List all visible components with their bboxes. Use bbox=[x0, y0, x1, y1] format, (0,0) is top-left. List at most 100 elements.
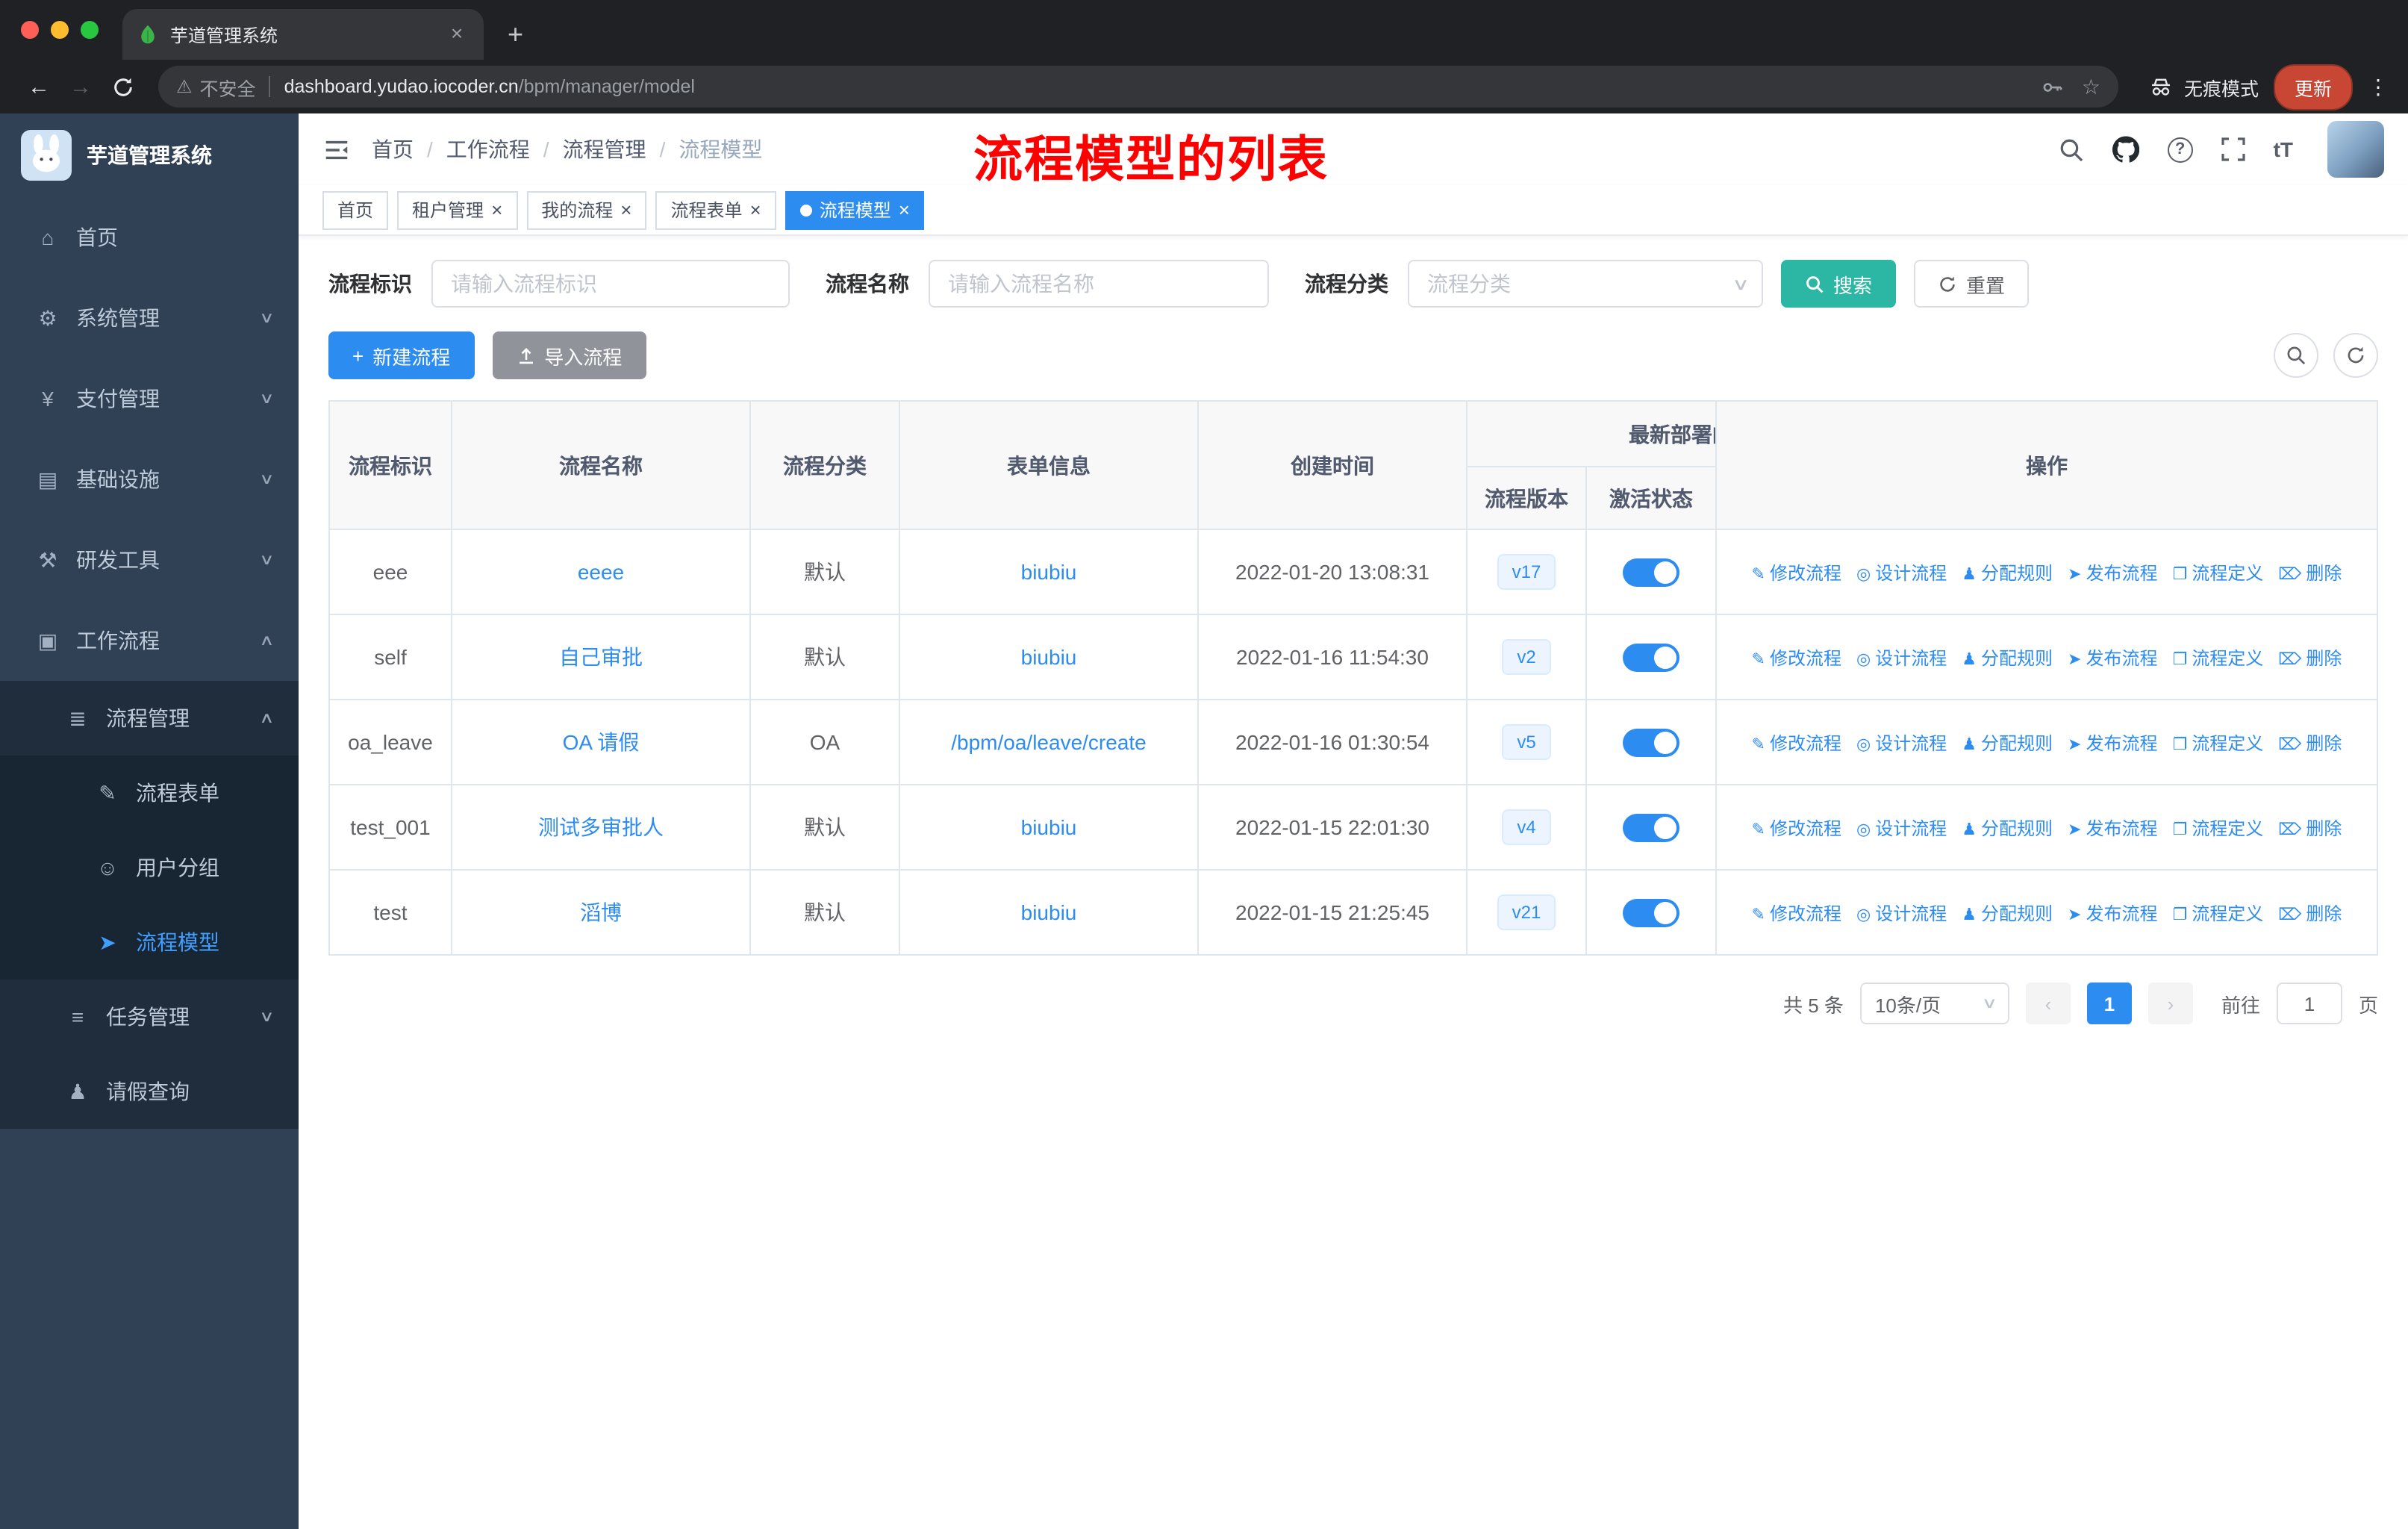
action-publish-link[interactable]: ➤ 发布流程 bbox=[2068, 815, 2157, 840]
action-edit-link[interactable]: ✎ 修改流程 bbox=[1752, 815, 1841, 840]
new-tab-button[interactable]: + bbox=[508, 21, 523, 48]
action-edit-link[interactable]: ✎ 修改流程 bbox=[1752, 644, 1841, 670]
action-delete-link[interactable]: ⌦ 删除 bbox=[2278, 644, 2342, 670]
page-1-button[interactable]: 1 bbox=[2086, 983, 2132, 1024]
sidebar-item-process-form[interactable]: ✎ 流程表单 bbox=[0, 756, 299, 830]
sidebar-item-home[interactable]: ⌂ 首页 bbox=[0, 197, 299, 278]
action-delete-link[interactable]: ⌦ 删除 bbox=[2278, 729, 2342, 755]
sidebar-item-system[interactable]: ⚙ 系统管理 ∨ bbox=[0, 278, 299, 358]
tab-close-icon[interactable]: × bbox=[445, 22, 469, 46]
action-assign-link[interactable]: ♟ 分配规则 bbox=[1962, 815, 2053, 840]
action-definition-link[interactable]: ❐ 流程定义 bbox=[2173, 900, 2264, 925]
prev-page-button[interactable]: ‹ bbox=[2025, 983, 2071, 1024]
action-design-link[interactable]: ◎ 设计流程 bbox=[1856, 815, 1947, 840]
breadcrumb-item[interactable]: 流程管理 bbox=[563, 134, 646, 164]
action-design-link[interactable]: ◎ 设计流程 bbox=[1856, 900, 1947, 925]
action-publish-link[interactable]: ➤ 发布流程 bbox=[2068, 729, 2157, 755]
action-publish-link[interactable]: ➤ 发布流程 bbox=[2068, 644, 2157, 670]
update-browser-button[interactable]: 更新 bbox=[2273, 63, 2353, 110]
close-icon[interactable]: × bbox=[750, 200, 761, 219]
create-process-button[interactable]: + 新建流程 bbox=[328, 331, 475, 379]
action-edit-link[interactable]: ✎ 修改流程 bbox=[1752, 729, 1841, 755]
sidebar-item-process-model[interactable]: ➤ 流程模型 bbox=[0, 905, 299, 980]
zoom-window-button[interactable] bbox=[81, 21, 99, 39]
active-toggle[interactable] bbox=[1623, 643, 1679, 671]
active-toggle[interactable] bbox=[1623, 728, 1679, 756]
process-name-link[interactable]: 自己审批 bbox=[559, 645, 643, 669]
breadcrumb-item[interactable]: 工作流程 bbox=[446, 134, 530, 164]
form-info-link[interactable]: biubiu bbox=[1021, 815, 1077, 839]
password-key-icon[interactable] bbox=[2042, 75, 2064, 98]
action-definition-link[interactable]: ❐ 流程定义 bbox=[2173, 559, 2264, 585]
action-delete-link[interactable]: ⌦ 删除 bbox=[2278, 900, 2342, 925]
sidebar-item-process-manage[interactable]: ≣ 流程管理 ∧ bbox=[0, 681, 299, 756]
tag-item[interactable]: 首页 bbox=[322, 190, 389, 229]
action-publish-link[interactable]: ➤ 发布流程 bbox=[2068, 900, 2157, 925]
tag-item[interactable]: 我的流程 × bbox=[526, 190, 647, 229]
process-name-link[interactable]: 测试多审批人 bbox=[538, 815, 664, 839]
back-button[interactable]: ← bbox=[18, 75, 60, 98]
forward-button[interactable]: → bbox=[60, 75, 102, 98]
import-process-button[interactable]: 导入流程 bbox=[492, 331, 646, 379]
action-definition-link[interactable]: ❐ 流程定义 bbox=[2173, 644, 2264, 670]
action-definition-link[interactable]: ❐ 流程定义 bbox=[2173, 729, 2264, 755]
process-name-link[interactable]: 滔博 bbox=[580, 900, 622, 924]
user-avatar[interactable] bbox=[2327, 121, 2384, 178]
process-id-input[interactable] bbox=[431, 260, 790, 308]
search-button[interactable]: 搜索 bbox=[1781, 260, 1897, 308]
action-design-link[interactable]: ◎ 设计流程 bbox=[1856, 729, 1947, 755]
breadcrumb-item[interactable]: 首页 bbox=[372, 134, 414, 164]
action-publish-link[interactable]: ➤ 发布流程 bbox=[2068, 559, 2157, 585]
sidebar-item-leave-query[interactable]: ♟ 请假查询 bbox=[0, 1054, 299, 1129]
close-icon[interactable]: × bbox=[899, 200, 910, 219]
category-select[interactable]: 流程分类 ∨ bbox=[1408, 260, 1763, 308]
form-info-link[interactable]: /bpm/oa/leave/create bbox=[951, 730, 1147, 754]
close-icon[interactable]: × bbox=[620, 200, 631, 219]
address-bar[interactable]: ⚠ 不安全 dashboard.yudao.iocoder.cn/bpm/man… bbox=[158, 66, 2118, 108]
toggle-search-button[interactable] bbox=[2274, 333, 2318, 378]
action-assign-link[interactable]: ♟ 分配规则 bbox=[1962, 900, 2053, 925]
bookmark-star-icon[interactable]: ☆ bbox=[2082, 74, 2100, 99]
refresh-table-button[interactable] bbox=[2333, 333, 2378, 378]
browser-tab[interactable]: 芋道管理系统 × bbox=[122, 9, 484, 60]
github-icon[interactable] bbox=[2112, 136, 2139, 163]
action-design-link[interactable]: ◎ 设计流程 bbox=[1856, 559, 1947, 585]
action-edit-link[interactable]: ✎ 修改流程 bbox=[1752, 900, 1841, 925]
browser-menu-icon[interactable]: ⋮ bbox=[2368, 74, 2390, 99]
tag-item[interactable]: 流程表单 × bbox=[655, 190, 776, 229]
tag-item[interactable]: 租户管理 × bbox=[397, 190, 518, 229]
action-delete-link[interactable]: ⌦ 删除 bbox=[2278, 815, 2342, 840]
reset-button[interactable]: 重置 bbox=[1914, 260, 2030, 308]
action-definition-link[interactable]: ❐ 流程定义 bbox=[2173, 815, 2264, 840]
next-page-button[interactable]: › bbox=[2147, 983, 2193, 1024]
action-assign-link[interactable]: ♟ 分配规则 bbox=[1962, 729, 2053, 755]
action-assign-link[interactable]: ♟ 分配规则 bbox=[1962, 644, 2053, 670]
goto-page-input[interactable] bbox=[2276, 983, 2342, 1024]
action-design-link[interactable]: ◎ 设计流程 bbox=[1856, 644, 1947, 670]
process-name-link[interactable]: OA 请假 bbox=[563, 730, 640, 754]
help-icon[interactable]: ? bbox=[2167, 137, 2193, 162]
active-toggle[interactable] bbox=[1623, 898, 1679, 927]
active-toggle[interactable] bbox=[1623, 558, 1679, 586]
sidebar-item-task-manage[interactable]: ≡ 任务管理 ∨ bbox=[0, 980, 299, 1054]
fullscreen-icon[interactable] bbox=[2221, 137, 2245, 161]
minimize-window-button[interactable] bbox=[51, 21, 69, 39]
action-assign-link[interactable]: ♟ 分配规则 bbox=[1962, 559, 2053, 585]
sidebar-fold-icon[interactable] bbox=[322, 135, 351, 164]
process-name-input[interactable] bbox=[929, 260, 1269, 308]
font-size-icon[interactable] bbox=[2274, 137, 2293, 161]
active-toggle[interactable] bbox=[1623, 813, 1679, 841]
reload-button[interactable] bbox=[102, 75, 143, 98]
form-info-link[interactable]: biubiu bbox=[1021, 560, 1077, 584]
close-icon[interactable]: × bbox=[491, 200, 502, 219]
form-info-link[interactable]: biubiu bbox=[1021, 900, 1077, 924]
sidebar-item-payment[interactable]: ¥ 支付管理 ∨ bbox=[0, 358, 299, 439]
close-window-button[interactable] bbox=[21, 21, 39, 39]
tag-item[interactable]: 流程模型 × bbox=[785, 190, 925, 229]
process-name-link[interactable]: eeee bbox=[578, 560, 624, 584]
page-size-select[interactable]: 10条/页 ∨ bbox=[1859, 983, 2009, 1024]
sidebar-item-infra[interactable]: ▤ 基础设施 ∨ bbox=[0, 439, 299, 520]
form-info-link[interactable]: biubiu bbox=[1021, 645, 1077, 669]
search-icon[interactable] bbox=[2059, 137, 2084, 162]
action-delete-link[interactable]: ⌦ 删除 bbox=[2278, 559, 2342, 585]
